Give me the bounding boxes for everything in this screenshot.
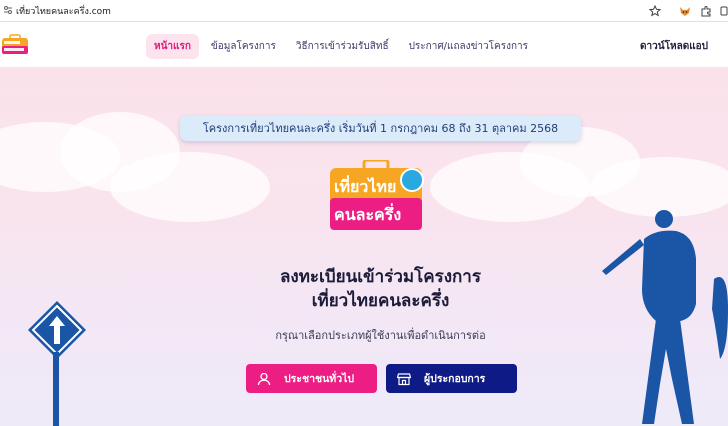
road-sign-arrow-icon	[28, 301, 86, 359]
url-text[interactable]: เที่ยวไทยคนละครึ่ง.com	[16, 4, 111, 18]
user-icon	[256, 371, 272, 387]
traveller-silhouette	[602, 210, 728, 424]
page-subtitle: กรุณาเลือกประเภทผู้ใช้งานเพื่อดำเนินการต…	[275, 329, 486, 342]
page-title-line1: ลงทะเบียนเข้าร่วมโครงการ	[279, 267, 481, 287]
store-icon	[396, 371, 412, 387]
general-public-button-label: ประชาชนทั่วไป	[284, 373, 355, 385]
extension-fox-icon[interactable]	[677, 3, 693, 19]
campaign-date-banner: โครงการเที่ยวไทยคนละครึ่ง เริ่มวันที่ 1 …	[180, 115, 581, 141]
road-sign-pole	[53, 352, 59, 426]
general-public-button[interactable]: ประชาชนทั่วไป	[246, 364, 377, 393]
main-nav: หน้าแรก ข้อมูลโครงการ วิธีการเข้าร่วมรับ…	[146, 34, 540, 59]
business-operator-button-label: ผู้ประกอบการ	[424, 373, 486, 385]
nav-item-project-info[interactable]: ข้อมูลโครงการ	[203, 34, 284, 59]
cloud-decoration	[110, 152, 270, 222]
site-info-icon[interactable]	[3, 5, 13, 15]
extensions-puzzle-icon[interactable]	[698, 3, 714, 19]
page-title-line2: เที่ยวไทยคนละครึ่ง	[311, 291, 450, 311]
business-operator-button[interactable]: ผู้ประกอบการ	[386, 364, 517, 393]
profile-menu-icon[interactable]	[716, 3, 728, 19]
nav-item-announcements[interactable]: ประกาศ/แถลงข่าวโครงการ	[401, 34, 536, 59]
campaign-logo: เที่ยวไทย คนละครึ่ง	[330, 160, 424, 230]
download-app-link[interactable]: ดาวน์โหลดแอป	[640, 39, 708, 54]
page-title: ลงทะเบียนเข้าร่วมโครงการ เที่ยวไทยคนละคร…	[180, 265, 581, 313]
cloud-decoration	[590, 157, 728, 217]
bookmark-star-icon[interactable]	[647, 3, 663, 19]
browser-address-bar: เที่ยวไทยคนละครึ่ง.com	[0, 0, 728, 22]
hero-section: โครงการเที่ยวไทยคนละครึ่ง เริ่มวันที่ 1 …	[0, 67, 728, 426]
campaign-logo-line2: คนละครึ่ง	[334, 203, 401, 224]
campaign-logo-line1: เที่ยวไทย	[334, 175, 396, 196]
site-logo[interactable]	[0, 34, 30, 56]
nav-item-home[interactable]: หน้าแรก	[146, 34, 199, 59]
site-header: หน้าแรก ข้อมูลโครงการ วิธีการเข้าร่วมรับ…	[0, 22, 728, 67]
nav-item-how-to-join[interactable]: วิธีการเข้าร่วมรับสิทธิ์	[288, 34, 397, 59]
